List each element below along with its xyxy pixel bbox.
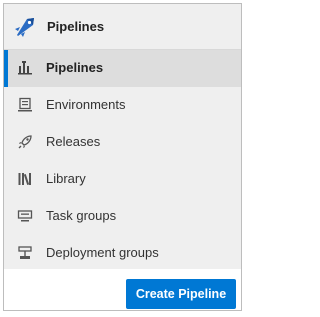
selected-indicator: [4, 50, 8, 87]
menu-item-library[interactable]: Library: [4, 161, 241, 198]
menu-item-label: Pipelines: [46, 60, 104, 75]
create-pipeline-button[interactable]: Create Pipeline: [126, 279, 236, 309]
pipelines-icon: [18, 61, 32, 75]
menu-item-label: Releases: [46, 134, 101, 149]
menu-item-label: Deployment groups: [46, 245, 159, 260]
menu-title: Pipelines: [47, 19, 105, 34]
environments-icon: [18, 97, 32, 112]
menu-item-label: Library: [46, 171, 86, 186]
azure-pipelines-logo-icon: [15, 18, 34, 37]
library-icon: [18, 173, 31, 186]
menu-header[interactable]: Pipelines: [4, 4, 241, 49]
task-groups-icon: [17, 210, 33, 222]
menu-item-environments[interactable]: Environments: [4, 87, 241, 124]
menu-item-label: Environments: [46, 97, 126, 112]
menu-item-task-groups[interactable]: Task groups: [4, 198, 241, 235]
rocket-icon: [18, 135, 32, 149]
pipelines-menu: Pipelines Pipelines Environments Release…: [4, 4, 241, 269]
menu-item-releases[interactable]: Releases: [4, 124, 241, 161]
menu-item-label: Task groups: [46, 208, 117, 223]
menu-item-deployment-groups[interactable]: Deployment groups: [4, 235, 241, 272]
menu-item-pipelines[interactable]: Pipelines: [4, 50, 241, 87]
deployment-groups-icon: [18, 246, 32, 259]
